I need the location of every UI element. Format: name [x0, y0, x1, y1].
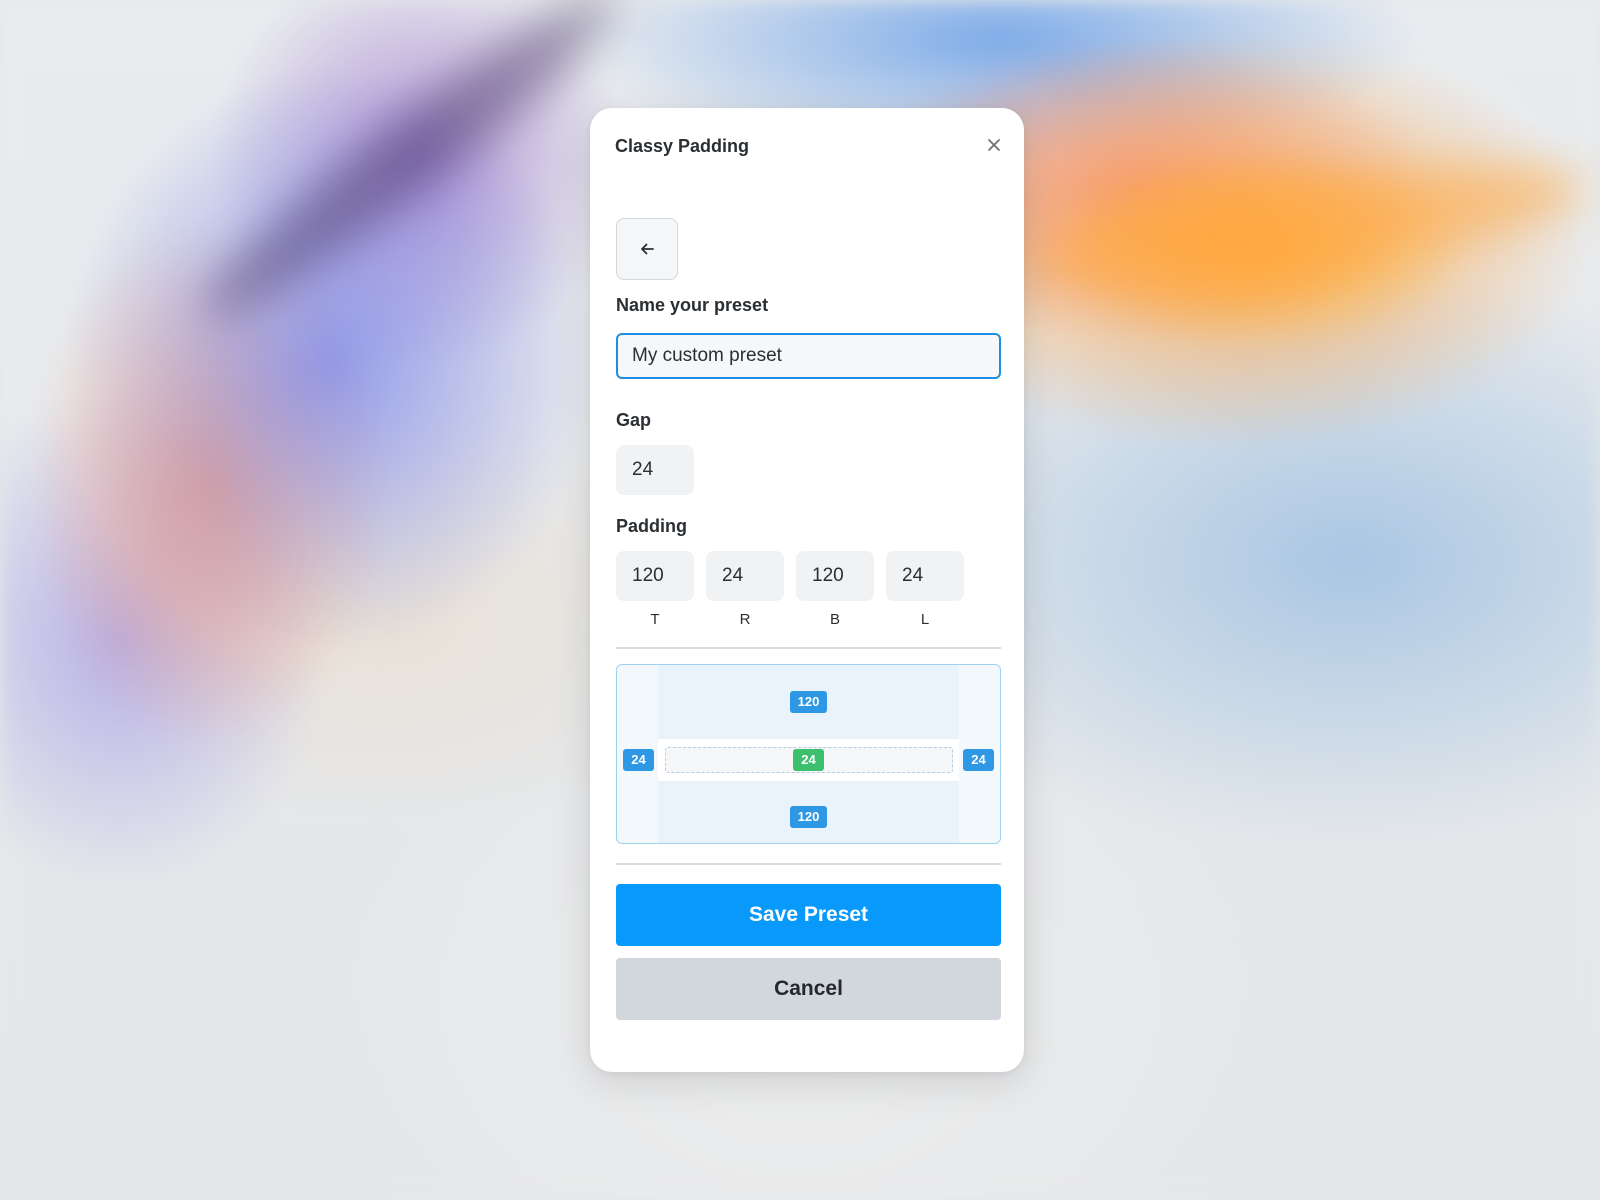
dialog-title: Classy Padding [615, 136, 750, 156]
padding-right-side-label: R [739, 611, 751, 628]
preset-dialog: Classy Padding Name your preset Gap Padd… [590, 108, 1024, 1072]
cancel-button[interactable]: Cancel [616, 958, 1001, 1020]
padding-top-side-label: T [650, 611, 660, 628]
padding-bottom-input[interactable] [796, 551, 874, 601]
preset-name-input[interactable] [616, 333, 1001, 379]
divider [616, 863, 1001, 865]
close-icon [988, 139, 1000, 151]
close-button[interactable] [983, 134, 1005, 156]
preview-left-tag: 24 [623, 749, 654, 771]
padding-left-side-label: L [920, 611, 930, 628]
padding-left-input[interactable] [886, 551, 964, 601]
arrow-left-icon [641, 243, 654, 255]
padding-bottom-side-label: B [829, 611, 840, 628]
gap-label: Gap [616, 410, 652, 430]
padding-top-input[interactable] [616, 551, 694, 601]
divider [616, 647, 1001, 649]
preview-top-tag: 120 [790, 691, 827, 713]
preview-gap-tag: 24 [793, 749, 824, 771]
preset-name-label: Name your preset [616, 295, 769, 315]
padding-right-input[interactable] [706, 551, 784, 601]
padding-preview: 120 24 24 24 120 [616, 664, 1001, 844]
preview-right-tag: 24 [963, 749, 994, 771]
preview-bottom-tag: 120 [790, 806, 827, 828]
back-button[interactable] [616, 218, 678, 280]
gap-input[interactable] [616, 445, 694, 495]
save-preset-button[interactable]: Save Preset [616, 884, 1001, 946]
padding-label: Padding [616, 516, 687, 536]
